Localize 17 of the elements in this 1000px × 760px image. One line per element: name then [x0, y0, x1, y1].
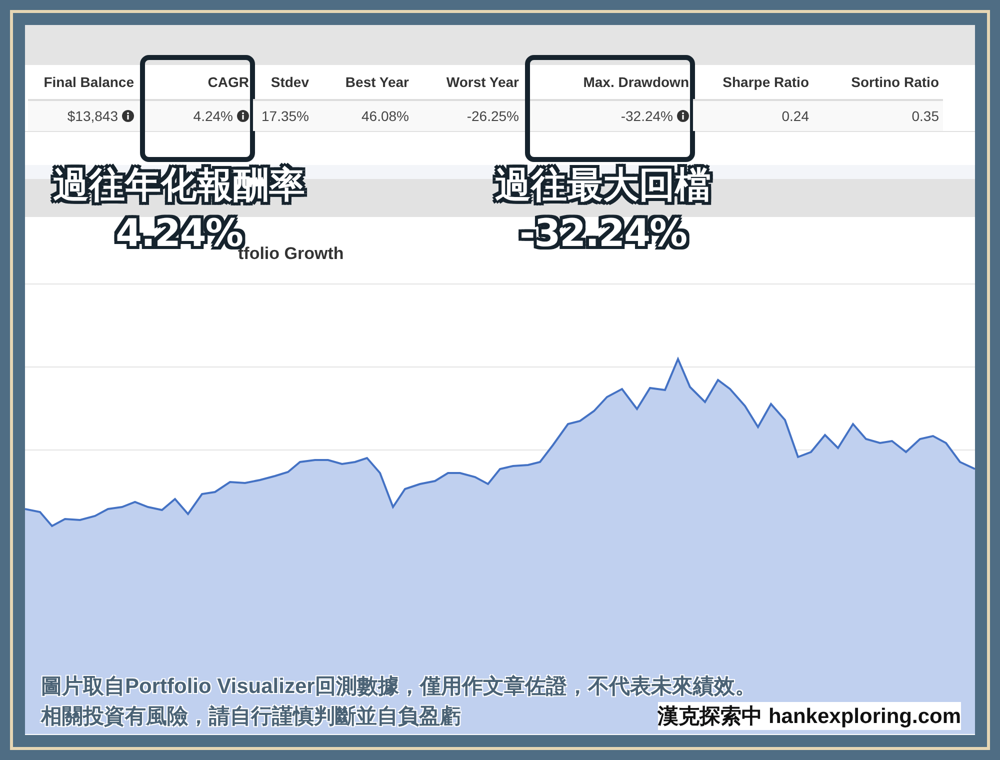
table-cell: -32.24% — [620, 108, 673, 124]
caption-text: 圖片取自Portfolio Visualizer回測數據，僅用作文章佐證，不代表未來績效。 — [41, 674, 757, 700]
info-icon[interactable] — [237, 110, 249, 122]
table-cell: 0.35 — [912, 108, 939, 124]
annotation-label: 過往年化報酬率 — [53, 164, 305, 208]
table-cell: 46.08% — [362, 108, 409, 124]
table-cell: 0.24 — [782, 108, 809, 124]
annotation-value: -32.24% — [519, 209, 687, 257]
credit-text: 漢克探索中 hankexploring.com — [658, 702, 961, 730]
info-icon[interactable] — [677, 110, 689, 122]
table-cell: 4.24% — [193, 108, 233, 124]
caption-text: 相關投資有風險，請自行謹慎判斷並自負盈虧 — [41, 704, 461, 730]
annotation-label: 過往最大回檔 — [495, 164, 711, 208]
table-cell: -26.25% — [466, 108, 519, 124]
table-cell: $13,843 — [67, 108, 118, 124]
table-cell: 17.35% — [262, 108, 309, 124]
info-icon[interactable] — [122, 110, 134, 122]
